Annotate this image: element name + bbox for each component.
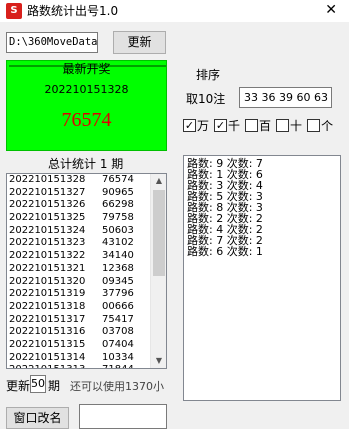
result-line: 路数: 6 次数: 1 xyxy=(187,245,263,258)
history-row[interactable]: 202210151321 12368 xyxy=(7,263,152,276)
history-number: 76574 xyxy=(102,174,134,185)
checkbox-box[interactable] xyxy=(276,119,290,132)
history-row[interactable]: 202210151322 34140 xyxy=(7,250,152,263)
history-row[interactable]: 202210151327 90965 xyxy=(7,187,152,200)
window-title: 路数统计出号1.0 xyxy=(27,4,119,18)
history-row[interactable]: 202210151315 07404 xyxy=(7,339,152,352)
history-period: 202210151328 xyxy=(9,174,86,185)
checkbox-box[interactable]: ✓ xyxy=(183,119,196,132)
history-row[interactable]: 202210151316 03708 xyxy=(7,326,152,339)
history-period: 202210151320 xyxy=(9,275,86,287)
close-icon[interactable]: ✕ xyxy=(325,1,337,19)
history-number: 37796 xyxy=(102,288,134,300)
title-bar: S 路数统计出号1.0 ✕ xyxy=(0,0,349,22)
history-period: 202210151319 xyxy=(9,288,86,300)
update-button[interactable]: 更新 xyxy=(113,31,166,54)
history-row[interactable]: 202210151314 10334 xyxy=(7,352,152,365)
history-number: 66298 xyxy=(102,199,134,211)
history-row[interactable]: 202210151326 66298 xyxy=(7,199,152,212)
history-period: 202210151324 xyxy=(9,224,86,236)
footer-period-label: 期 xyxy=(48,379,61,393)
history-number: 12368 xyxy=(102,262,134,274)
data-path-input[interactable]: D:\360MoveData xyxy=(6,32,98,53)
checkbox-shi[interactable]: 十 xyxy=(276,117,302,134)
history-number: 03708 xyxy=(102,326,134,338)
history-row[interactable]: 202210151320 09345 xyxy=(7,276,152,289)
digit-position-checkboxes: ✓ 万 ✓ 千 百 十 个 xyxy=(183,117,333,134)
checkbox-qian[interactable]: ✓ 千 xyxy=(214,117,240,134)
checkbox-box[interactable] xyxy=(245,119,259,132)
checkbox-label: 百 xyxy=(259,119,272,133)
checkbox-label: 千 xyxy=(228,119,241,133)
history-period: 202210151317 xyxy=(9,313,86,325)
history-number: 79758 xyxy=(102,212,134,224)
history-number: 00666 xyxy=(102,300,134,312)
history-number: 71844 xyxy=(102,364,147,368)
latest-draw-panel: 最新开奖 202210151328 76574 xyxy=(6,60,167,151)
history-row[interactable]: 202210151317 75417 xyxy=(7,314,152,327)
history-period: 202210151316 xyxy=(9,326,86,338)
route-count-results[interactable]: 路数: 9 次数: 7 路数: 1 次数: 6 路数: 3 次数: 4 路数: 5 次… xyxy=(183,155,341,401)
history-number: 50603 xyxy=(102,224,134,236)
history-number: 75417 xyxy=(102,313,134,325)
history-row[interactable]: 20221015131371844 xyxy=(7,364,152,368)
latest-draw-number: 76574 xyxy=(61,109,112,131)
period-count-input[interactable]: 50 xyxy=(30,375,46,393)
history-period: 202210151325 xyxy=(9,212,86,224)
history-scrollbar[interactable]: ▲ ▼ xyxy=(150,174,166,368)
history-row[interactable]: 202210151318 00666 xyxy=(7,301,152,314)
history-number: 90965 xyxy=(102,186,134,198)
checkbox-box[interactable] xyxy=(307,119,321,132)
history-number: 09345 xyxy=(102,275,134,287)
history-row[interactable]: 202210151328 76574 xyxy=(7,174,152,187)
checkbox-wan[interactable]: ✓ 万 xyxy=(183,117,209,134)
checkbox-label: 万 xyxy=(197,119,210,133)
sort-label: 排序 xyxy=(196,68,221,82)
history-period: 202210151326 xyxy=(9,199,86,211)
footer-update-label: 更新 xyxy=(6,379,31,393)
history-period: 202210151321 xyxy=(9,262,86,274)
window-name-input[interactable] xyxy=(79,404,167,429)
latest-draw-heading: 最新开奖 xyxy=(62,62,111,76)
stats-title: 总计统计 1 期 xyxy=(48,157,124,171)
history-period: 202210151323 xyxy=(9,237,86,249)
history-period: 202210151314 xyxy=(9,351,86,363)
history-row[interactable]: 202210151324 50603 xyxy=(7,225,152,238)
history-number: 43102 xyxy=(102,237,134,249)
history-period: 202210151315 xyxy=(9,338,86,350)
scroll-up-icon[interactable]: ▲ xyxy=(151,174,166,188)
history-number: 07404 xyxy=(102,338,134,350)
history-row[interactable]: 202210151323 43102 xyxy=(7,237,152,250)
history-number: 10334 xyxy=(102,351,134,363)
scroll-thumb[interactable] xyxy=(153,190,165,276)
rename-window-button[interactable]: 窗口改名 xyxy=(6,407,69,429)
latest-draw-period: 202210151328 xyxy=(44,83,129,96)
checkbox-bai[interactable]: 百 xyxy=(245,117,271,134)
checkbox-label: 十 xyxy=(290,119,303,133)
checkbox-label: 个 xyxy=(321,119,334,133)
history-rows: 202210151328 76574 202210151327 90965 202210… xyxy=(7,174,152,368)
draw-history-list[interactable]: 202210151328 76574 202210151327 90965 202210… xyxy=(6,173,167,369)
checkbox-box[interactable]: ✓ xyxy=(214,119,228,132)
history-period: 202210151327 xyxy=(9,186,86,198)
checkbox-ge[interactable]: 个 xyxy=(307,117,333,134)
history-period: 202210151318 xyxy=(9,300,86,312)
history-number: 34140 xyxy=(102,250,134,262)
remaining-usage-text: 还可以使用1370小 xyxy=(70,380,164,393)
history-row[interactable]: 202210151325 79758 xyxy=(7,212,152,225)
take-count-label: 取10注 xyxy=(186,92,226,106)
history-row[interactable]: 202210151319 37796 xyxy=(7,288,152,301)
app-logo-icon: S xyxy=(6,3,22,19)
history-period: 202210151322 xyxy=(9,250,86,262)
history-period: 202210151313 xyxy=(7,364,102,368)
take-numbers-field[interactable]: 33 36 39 60 63 xyxy=(239,87,332,108)
scroll-down-icon[interactable]: ▼ xyxy=(151,354,166,368)
